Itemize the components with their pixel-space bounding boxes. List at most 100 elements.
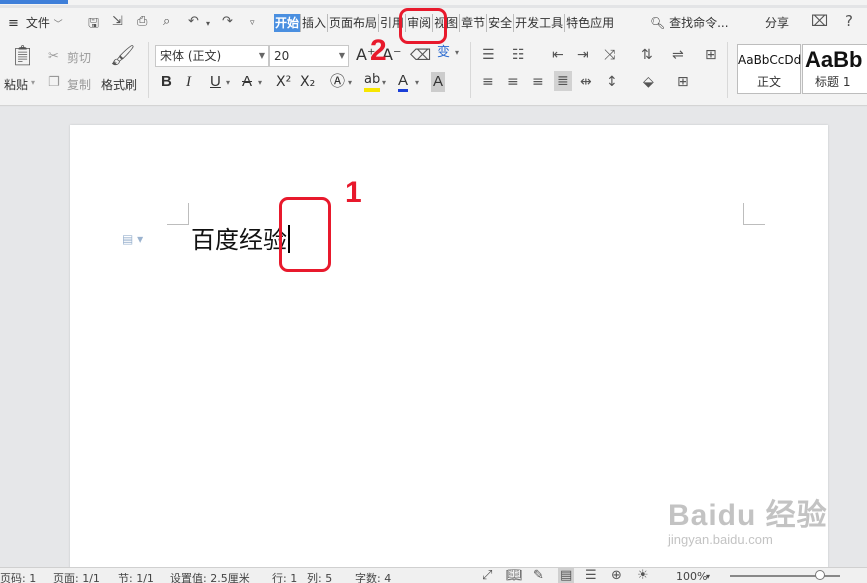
line-spacing-icon[interactable]: ↕: [606, 73, 618, 91]
active-document-tab-indicator[interactable]: [0, 0, 68, 4]
font-color-button[interactable]: A: [398, 72, 409, 92]
annotation-number-1: 1: [345, 176, 362, 209]
file-menu-label: 文件: [25, 16, 50, 30]
margin-corner-top-right: [743, 203, 765, 225]
underline-button[interactable]: U: [210, 72, 221, 92]
print-preview-icon[interactable]: ⌕: [163, 14, 170, 29]
hamburger-icon: ≡: [8, 16, 19, 31]
align-center-icon[interactable]: ≡: [507, 73, 519, 91]
web-view-icon[interactable]: ⊕: [611, 568, 622, 583]
text-effect-button[interactable]: Ⓐ: [330, 72, 345, 92]
print-icon[interactable]: ⎙: [137, 14, 147, 29]
eye-protection-icon[interactable]: ☀: [637, 568, 649, 583]
align-right-icon[interactable]: ≡: [532, 73, 544, 91]
numbered-list-icon[interactable]: ☷: [512, 46, 525, 64]
bullet-list-icon[interactable]: ☰: [482, 46, 495, 64]
style-heading-1[interactable]: AaBb 标题 1: [802, 44, 867, 94]
annotation-box-cursor: [279, 197, 331, 272]
chevron-down-icon: ﹀: [53, 20, 63, 30]
search-icon: 🔍︎: [650, 16, 666, 30]
font-size-value: 20: [274, 49, 290, 63]
cut-icon[interactable]: ✂: [48, 48, 59, 66]
decrease-indent-icon[interactable]: ⇤: [552, 46, 564, 64]
font-name-value: 宋体 (正文): [160, 49, 222, 63]
borders-icon[interactable]: ⊞: [677, 73, 689, 91]
italic-button[interactable]: I: [186, 72, 191, 92]
superscript-button[interactable]: X²: [276, 72, 291, 92]
paragraph-handle-icon[interactable]: ▤ ▾: [122, 232, 143, 246]
copy-icon[interactable]: ❐: [48, 74, 60, 92]
chinese-layout-icon[interactable]: ⤨: [604, 46, 615, 64]
redo-icon[interactable]: ↷: [222, 14, 233, 29]
collaboration-icon[interactable]: ⌧: [811, 12, 828, 30]
justify-icon[interactable]: ≣: [554, 71, 572, 91]
document-body[interactable]: 百度经验: [191, 223, 290, 257]
ribbon-divider: [727, 42, 728, 98]
style-normal-sample: AaBbCcDd: [738, 53, 802, 67]
char-shading-button[interactable]: A: [431, 72, 446, 92]
format-painter-button[interactable]: 格式刷: [101, 76, 137, 93]
tab-page-layout[interactable]: 页面布局: [328, 14, 380, 32]
save-icon[interactable]: 🖫: [88, 14, 99, 36]
underline-dropdown-icon[interactable]: ▾: [226, 78, 230, 87]
fullscreen-icon[interactable]: ⤢: [482, 568, 492, 583]
tab-chapter[interactable]: 章节: [460, 14, 488, 32]
outline-view-icon[interactable]: ☰: [585, 568, 597, 583]
distributed-icon[interactable]: ⇹: [580, 73, 592, 91]
table-border-icon[interactable]: ⊞: [705, 46, 717, 64]
status-word-count[interactable]: 字数: 4: [355, 570, 391, 583]
shading-icon[interactable]: ⬙: [643, 73, 654, 91]
clear-format-icon[interactable]: ⌫: [410, 45, 431, 65]
read-mode-icon[interactable]: 📖︎: [506, 568, 523, 583]
strikethrough-button[interactable]: A: [242, 72, 252, 92]
edit-mode-icon[interactable]: ✎: [533, 568, 544, 583]
status-page-number: 页码: 1: [0, 572, 37, 583]
highlight-button[interactable]: ab: [364, 72, 381, 92]
status-bar: 页码: 1 页面: 1/1 节: 1/1 设置值: 2.5厘米 行: 1 列: …: [0, 567, 867, 583]
zoom-level[interactable]: 100%: [676, 570, 707, 583]
bold-button[interactable]: B: [161, 72, 172, 92]
font-name-select[interactable]: 宋体 (正文) ▼: [155, 45, 269, 67]
help-icon[interactable]: ?: [845, 12, 853, 30]
text-effect-dropdown-icon[interactable]: ▾: [348, 78, 352, 87]
share-button[interactable]: 分享: [765, 14, 789, 31]
file-menu[interactable]: ≡ 文件 ﹀: [8, 14, 63, 32]
show-marks-icon[interactable]: ⇌: [672, 46, 684, 64]
export-icon[interactable]: ⇲: [112, 14, 123, 29]
style-normal[interactable]: AaBbCcDd 正文: [737, 44, 801, 94]
watermark-brand: Baidu 经验: [668, 499, 828, 532]
undo-dropdown-icon[interactable]: ▾: [206, 19, 210, 28]
tab-features[interactable]: 特色应用: [565, 14, 615, 32]
customize-toolbar-icon[interactable]: ▿: [250, 18, 255, 28]
undo-icon[interactable]: ↶: [188, 14, 199, 29]
zoom-slider-handle[interactable]: [815, 570, 825, 580]
style-normal-label: 正文: [756, 75, 781, 89]
tab-home[interactable]: 开始: [274, 14, 302, 32]
chevron-down-icon: ▼: [338, 51, 345, 60]
status-line: 行: 1: [272, 572, 298, 583]
tab-insert[interactable]: 插入: [301, 14, 329, 32]
zoom-dropdown-icon[interactable]: ▾: [706, 572, 710, 581]
annotation-box-review-tab: [399, 8, 447, 44]
align-left-icon[interactable]: ≡: [482, 73, 494, 91]
subscript-button[interactable]: X₂: [300, 72, 315, 92]
copy-button[interactable]: 复制: [67, 76, 91, 93]
tab-security[interactable]: 安全: [487, 14, 515, 32]
page-view-icon[interactable]: ▤: [558, 568, 575, 583]
command-search[interactable]: 🔍︎ 查找命令...: [650, 14, 729, 31]
increase-indent-icon[interactable]: ⇥: [577, 46, 589, 64]
font-size-select[interactable]: 20 ▼: [269, 45, 349, 67]
paste-button[interactable]: 粘贴: [4, 76, 28, 93]
paste-icon[interactable]: 📋︎: [10, 45, 35, 65]
phonetic-guide-button[interactable]: 变: [437, 43, 450, 63]
document-text: 百度经验: [191, 226, 287, 254]
tab-developer[interactable]: 开发工具: [514, 14, 566, 32]
font-color-dropdown-icon[interactable]: ▾: [415, 78, 419, 87]
highlight-dropdown-icon[interactable]: ▾: [382, 78, 386, 87]
phonetic-dropdown-icon[interactable]: ▾: [455, 48, 459, 57]
cut-button[interactable]: 剪切: [67, 49, 91, 66]
strikethrough-dropdown-icon[interactable]: ▾: [258, 78, 262, 87]
format-painter-icon[interactable]: 🖌︎: [110, 45, 135, 65]
sort-icon[interactable]: ⇅: [641, 46, 653, 64]
paste-dropdown-icon[interactable]: ▾: [31, 78, 35, 87]
